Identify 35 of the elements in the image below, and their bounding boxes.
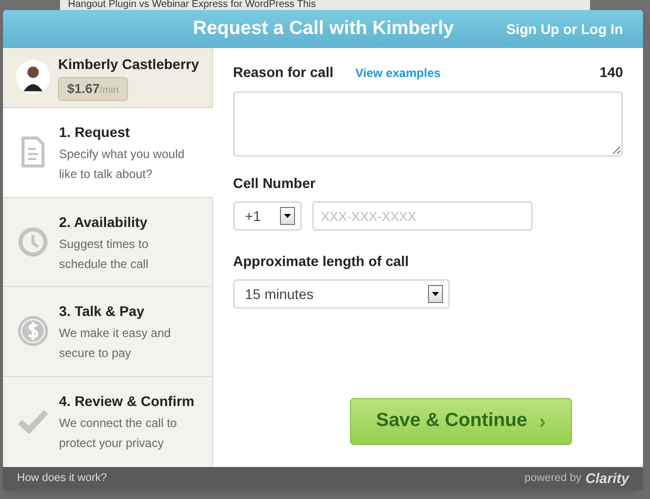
document-icon	[21, 136, 45, 168]
checkmark-icon	[17, 408, 49, 434]
select-value: +1	[245, 206, 262, 226]
brand-logo: Clarity	[585, 469, 629, 488]
step-description: Specify what you would like to talk about?	[59, 146, 186, 183]
reason-textarea[interactable]	[233, 91, 623, 157]
avatar	[16, 59, 50, 96]
price-amount: $1.67	[67, 80, 100, 98]
price-unit: /min	[100, 84, 119, 98]
step-description: We connect the call to protect your privacy	[59, 415, 178, 452]
powered-by-text: powered by	[524, 471, 582, 486]
step-description: We make it easy and secure to pay	[59, 325, 172, 362]
field-label: Reason for call	[233, 63, 334, 82]
expert-name: Kimberly Castleberry	[58, 55, 199, 74]
clock-icon	[18, 226, 48, 257]
page-heading: Hangout Plugin vs Webinar Express for WordPress This	[60, 0, 590, 10]
step-title: 2. Availability	[59, 212, 148, 232]
call-length-select[interactable]: 15 minutes	[233, 279, 450, 309]
country-code-select[interactable]: +1	[233, 201, 302, 231]
chevron-icon: ›	[539, 406, 546, 436]
step-title: 1. Request	[59, 122, 131, 142]
select-value: 15 minutes	[245, 284, 314, 304]
how-it-works-link[interactable]: How does it work?	[17, 470, 107, 487]
field-label: Cell Number	[233, 174, 316, 193]
phone-input[interactable]: XXX-XXX-XXXX	[312, 201, 533, 231]
step-title: 4. Review & Confirm	[59, 392, 194, 412]
step-item[interactable]: 2. Availability Suggest times to schedule the call	[3, 198, 212, 288]
dollar-coin-icon	[17, 315, 49, 348]
save-continue-button[interactable]: Save & Continue ›	[350, 398, 572, 445]
field-label: Approximate length of call	[233, 252, 410, 271]
step-item[interactable]: 1. Request Specify what you would like to talk about?	[3, 108, 213, 198]
dialog-title: Request a Call with Kimberly	[193, 16, 454, 41]
character-count: 140	[600, 63, 623, 82]
step-title: 3. Talk & Pay	[59, 302, 146, 322]
step-description: Suggest times to schedule the call	[59, 236, 150, 273]
